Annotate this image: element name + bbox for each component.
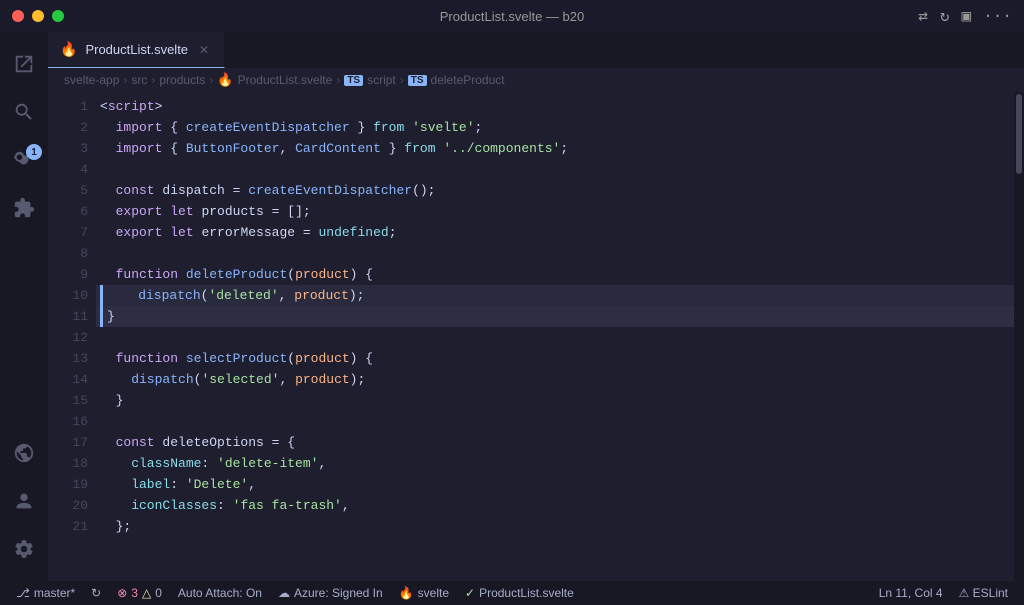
tab-label: ProductList.svelte [85, 42, 188, 57]
git-branch: master* [34, 586, 75, 600]
code-line-10: dispatch('deleted', product); [96, 285, 1014, 306]
svelte-status-icon: 🔥 [399, 586, 414, 600]
code-line-6: export let products = []; [96, 201, 1014, 222]
status-check[interactable]: ✓ ProductList.svelte [457, 581, 582, 605]
line-numbers: 1 2 3 4 5 6 7 8 9 10 11 12 13 14 15 16 1… [48, 92, 96, 581]
code-line-14: dispatch('selected', product); [96, 369, 1014, 390]
git-icon: ⎇ [16, 586, 30, 600]
status-eslint[interactable]: ⚠ ESLint [951, 581, 1016, 605]
status-sync[interactable]: ↻ [83, 581, 109, 605]
minimize-button[interactable] [32, 10, 44, 22]
code-line-16 [96, 411, 1014, 432]
status-errors[interactable]: ⊗ 3 △ 0 [109, 581, 170, 605]
search-icon[interactable] [0, 88, 48, 136]
breadcrumb-src[interactable]: src [131, 73, 147, 87]
line-bar-10 [100, 285, 103, 306]
title-bar: ProductList.svelte — b20 ⇄ ↻ ▣ ··· [0, 0, 1024, 32]
remote-icon[interactable]: ↻ [940, 6, 950, 26]
code-line-19: label: 'Delete', [96, 474, 1014, 495]
tab-bar: 🔥 ProductList.svelte ✕ [48, 32, 1024, 68]
maximize-button[interactable] [52, 10, 64, 22]
code-area[interactable]: 1 2 3 4 5 6 7 8 9 10 11 12 13 14 15 16 1… [48, 92, 1024, 581]
line-bar-11 [100, 306, 103, 327]
position-label: Ln 11, Col 4 [879, 586, 943, 600]
breadcrumb: svelte-app › src › products › 🔥 ProductL… [48, 68, 1024, 92]
explorer-icon[interactable] [0, 40, 48, 88]
code-line-2: import { createEventDispatcher } from 's… [96, 117, 1014, 138]
tab-close-button[interactable]: ✕ [196, 42, 212, 58]
code-line-18: className: 'delete-item', [96, 453, 1014, 474]
code-line-15: } [96, 390, 1014, 411]
close-button[interactable] [12, 10, 24, 22]
title-bar-actions: ⇄ ↻ ▣ ··· [918, 6, 1012, 26]
svelte-icon-breadcrumb: 🔥 [217, 72, 233, 88]
code-editor[interactable]: <script> import { createEventDispatcher … [96, 92, 1014, 581]
breadcrumb-products[interactable]: products [159, 73, 205, 87]
code-line-21: }; [96, 516, 1014, 537]
source-control-icon[interactable]: 1 [0, 136, 48, 184]
azure-icon: ☁ [278, 586, 290, 600]
window-controls [12, 10, 64, 22]
breadcrumb-file[interactable]: 🔥 ProductList.svelte [217, 72, 332, 88]
main-container: 1 🔥 ProductList.svelte ✕ svelte-app [0, 32, 1024, 581]
sync-icon: ↻ [91, 586, 101, 600]
scrollbar-track[interactable] [1014, 92, 1024, 581]
code-line-1: <script> [96, 96, 1014, 117]
code-line-20: iconClasses: 'fas fa-trash', [96, 495, 1014, 516]
code-line-3: import { ButtonFooter, CardContent } fro… [96, 138, 1014, 159]
product-file-label: ProductList.svelte [479, 586, 574, 600]
svelte-file-icon: 🔥 [60, 41, 77, 58]
status-azure[interactable]: ☁ Azure: Signed In [270, 581, 391, 605]
code-line-8 [96, 243, 1014, 264]
status-position[interactable]: Ln 11, Col 4 [871, 581, 951, 605]
tab-productlist[interactable]: 🔥 ProductList.svelte ✕ [48, 32, 225, 68]
branch-icon[interactable]: ⇄ [918, 6, 928, 26]
svelte-label: svelte [418, 586, 449, 600]
extensions-icon[interactable] [0, 184, 48, 232]
check-icon: ✓ [465, 586, 475, 600]
code-line-9: function deleteProduct(product) { [96, 264, 1014, 285]
code-line-11: } [96, 306, 1014, 327]
eslint-label: ⚠ ESLint [959, 586, 1008, 600]
code-line-12 [96, 327, 1014, 348]
status-bar: ⎇ master* ↻ ⊗ 3 △ 0 Auto Attach: On ☁ Az… [0, 581, 1024, 605]
editor-area: 🔥 ProductList.svelte ✕ svelte-app › src … [48, 32, 1024, 581]
window-title: ProductList.svelte — b20 [440, 9, 585, 24]
error-count: 3 [131, 586, 138, 600]
warning-count: 0 [155, 586, 162, 600]
status-svelte[interactable]: 🔥 svelte [391, 581, 457, 605]
auto-attach-label: Auto Attach: On [178, 586, 262, 600]
ts-icon-breadcrumb: TS [344, 75, 363, 86]
status-git[interactable]: ⎇ master* [8, 581, 83, 605]
breadcrumb-script[interactable]: TS script [344, 73, 395, 87]
code-line-17: const deleteOptions = { [96, 432, 1014, 453]
account-icon[interactable] [0, 477, 48, 525]
activity-bar: 1 [0, 32, 48, 581]
code-line-5: const dispatch = createEventDispatcher()… [96, 180, 1014, 201]
warning-icon: △ [142, 586, 151, 600]
code-line-7: export let errorMessage = undefined; [96, 222, 1014, 243]
status-auto-attach[interactable]: Auto Attach: On [170, 581, 270, 605]
ts-icon-breadcrumb2: TS [408, 75, 427, 86]
error-icon: ⊗ [117, 586, 127, 600]
breadcrumb-delete-product[interactable]: TS deleteProduct [408, 73, 505, 87]
more-icon[interactable]: ··· [983, 7, 1012, 25]
source-control-badge: 1 [26, 144, 42, 160]
remote-icon[interactable] [0, 429, 48, 477]
code-line-4 [96, 159, 1014, 180]
settings-icon[interactable] [0, 525, 48, 573]
layout-icon[interactable]: ▣ [962, 6, 972, 26]
breadcrumb-svelte-app[interactable]: svelte-app [64, 73, 119, 87]
azure-label: Azure: Signed In [294, 586, 383, 600]
code-line-13: function selectProduct(product) { [96, 348, 1014, 369]
